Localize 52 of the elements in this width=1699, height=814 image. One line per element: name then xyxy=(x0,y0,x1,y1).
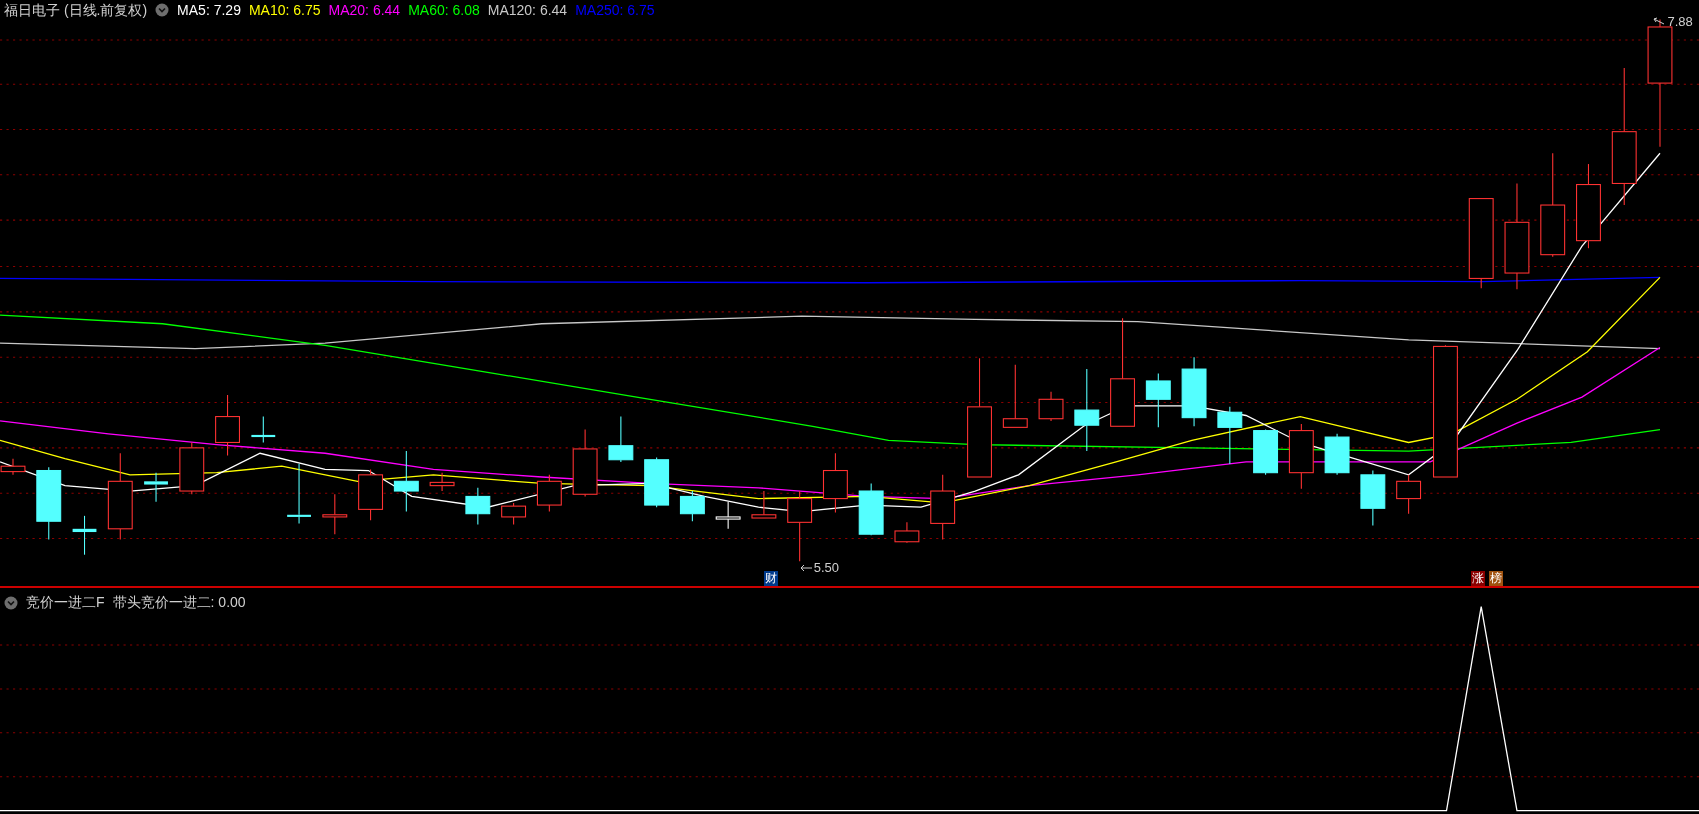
candlestick xyxy=(429,472,455,492)
candlestick xyxy=(1253,428,1279,476)
ma-legend-value: MA10: 6.75 xyxy=(248,0,321,20)
candlestick xyxy=(393,450,419,513)
stock-title: 福日电子 (日线.前复权) xyxy=(4,0,148,20)
candlestick xyxy=(1288,423,1314,490)
candlestick xyxy=(894,521,920,544)
candlestick xyxy=(322,493,348,535)
candlestick xyxy=(358,468,384,521)
candlestick xyxy=(215,394,240,456)
candlestick xyxy=(465,487,491,526)
candlestick xyxy=(1217,406,1243,465)
candlestick xyxy=(644,457,670,508)
candlestick xyxy=(251,416,276,443)
chart-marker-tag[interactable]: 涨 xyxy=(1471,571,1486,586)
candlestick xyxy=(679,490,705,522)
candlestick xyxy=(751,490,777,519)
arrow-icon xyxy=(799,563,812,572)
high-price-label: 7.88 xyxy=(1653,12,1693,32)
candlestick xyxy=(1145,372,1171,428)
candlestick xyxy=(930,474,956,541)
ma-legend-value: MA120: 6.44 xyxy=(487,0,568,20)
candlestick xyxy=(572,428,598,497)
candlestick xyxy=(72,515,97,556)
candlestick xyxy=(1324,433,1350,476)
candlestick xyxy=(787,490,813,562)
candlestick xyxy=(179,441,205,495)
candlestick xyxy=(1396,474,1422,515)
candlestick xyxy=(1038,391,1064,422)
candlestick xyxy=(1181,356,1207,427)
chart-marker-tag[interactable]: 榜 xyxy=(1488,571,1503,586)
dropdown-circle-icon[interactable] xyxy=(155,3,170,17)
candlestick xyxy=(715,501,741,530)
indicator-name: 竞价一进二F xyxy=(26,593,105,612)
low-price-label: 5.50 xyxy=(799,558,839,578)
candlestick xyxy=(501,502,527,526)
candlestick xyxy=(536,474,562,513)
ma-legend-value: MA250: 6.75 xyxy=(575,0,655,20)
ma-legend-value: MA60: 6.08 xyxy=(408,0,480,20)
candlestick xyxy=(287,463,311,524)
dropdown-circle-icon[interactable] xyxy=(4,595,18,610)
indicator-reading: 带头竞价一进二: 0.00 xyxy=(112,593,246,612)
candlestick xyxy=(822,452,848,514)
ma-legend-value: MA20: 6.44 xyxy=(328,0,401,20)
candlestick xyxy=(858,482,884,536)
candlestick xyxy=(1002,364,1028,428)
ma-legend-value: MA5: 7.29 xyxy=(177,0,241,20)
candlestick xyxy=(144,472,168,503)
chart-marker-tag[interactable]: 财 xyxy=(763,571,778,586)
arrow-icon xyxy=(1653,16,1666,27)
candlestick xyxy=(1360,470,1386,527)
candlestick xyxy=(608,416,634,463)
